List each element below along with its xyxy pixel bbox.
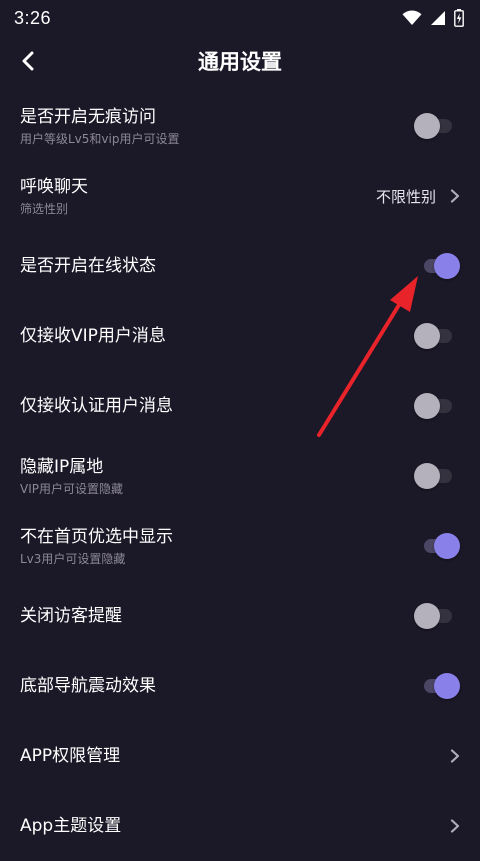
setting-title: 关闭访客提醒 <box>20 606 122 626</box>
cellular-signal-icon <box>431 11 445 25</box>
setting-title: 仅接收认证用户消息 <box>20 396 173 416</box>
wifi-icon <box>402 10 422 25</box>
setting-hide-ip-location[interactable]: 隐藏IP属地 VIP用户可设置隐藏 <box>0 441 480 511</box>
visitor-reminder-toggle[interactable] <box>414 603 460 629</box>
setting-title: 呼唤聊天 <box>20 176 88 197</box>
status-time: 3:26 <box>14 7 52 28</box>
chevron-right-icon <box>450 819 460 833</box>
status-bar: 3:26 <box>0 0 480 36</box>
status-icons <box>402 9 464 27</box>
chevron-right-icon <box>450 749 460 763</box>
setting-title: 隐藏IP属地 <box>20 456 104 477</box>
setting-bottom-nav-vibration[interactable]: 底部导航震动效果 <box>0 651 480 721</box>
setting-online-status[interactable]: 是否开启在线状态 <box>0 231 480 301</box>
setting-vip-messages-only[interactable]: 仅接收VIP用户消息 <box>0 301 480 371</box>
online-status-toggle[interactable] <box>414 253 460 279</box>
verified-messages-only-toggle[interactable] <box>414 393 460 419</box>
header: 通用设置 <box>0 36 480 86</box>
chevron-right-icon <box>450 189 460 203</box>
bottom-nav-vibration-toggle[interactable] <box>414 673 460 699</box>
setting-incognito-visit[interactable]: 是否开启无痕访问 用户等级Lv5和vip用户可设置 <box>0 91 480 161</box>
setting-app-theme[interactable]: App主题设置 <box>0 791 480 861</box>
setting-subtitle: VIP用户可设置隐藏 <box>20 481 123 496</box>
setting-title: 不在首页优选中显示 <box>20 526 173 547</box>
setting-title: App主题设置 <box>20 816 122 836</box>
setting-subtitle: Lv3用户可设置隐藏 <box>20 551 126 566</box>
incognito-visit-toggle[interactable] <box>414 113 460 139</box>
setting-subtitle: 用户等级Lv5和vip用户可设置 <box>20 131 180 146</box>
setting-call-chat[interactable]: 呼唤聊天 筛选性别 不限性别 <box>0 161 480 231</box>
setting-title: 底部导航震动效果 <box>20 676 156 696</box>
setting-title: 仅接收VIP用户消息 <box>20 326 166 346</box>
setting-hide-from-featured[interactable]: 不在首页优选中显示 Lv3用户可设置隐藏 <box>0 511 480 581</box>
setting-title: 是否开启在线状态 <box>20 256 156 276</box>
back-arrow-icon <box>22 51 34 71</box>
setting-app-permissions[interactable]: APP权限管理 <box>0 721 480 791</box>
back-button[interactable] <box>16 49 40 73</box>
setting-title: APP权限管理 <box>20 746 121 766</box>
battery-charging-icon <box>454 9 464 27</box>
settings-list: 是否开启无痕访问 用户等级Lv5和vip用户可设置 呼唤聊天 筛选性别 不限性别… <box>0 91 480 861</box>
vip-messages-only-toggle[interactable] <box>414 323 460 349</box>
hide-ip-location-toggle[interactable] <box>414 463 460 489</box>
setting-title: 是否开启无痕访问 <box>20 106 156 127</box>
hide-from-featured-toggle[interactable] <box>414 533 460 559</box>
gender-filter-value: 不限性别 <box>375 187 436 206</box>
setting-verified-messages-only[interactable]: 仅接收认证用户消息 <box>0 371 480 441</box>
page-title: 通用设置 <box>198 50 282 74</box>
setting-visitor-reminder[interactable]: 关闭访客提醒 <box>0 581 480 651</box>
setting-subtitle: 筛选性别 <box>20 201 69 216</box>
